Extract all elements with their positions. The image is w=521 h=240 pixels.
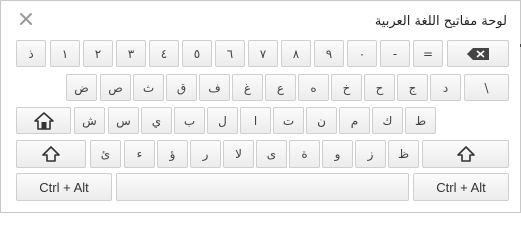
key-waw-hamza[interactable]: ؤ [157, 140, 188, 168]
key-noon[interactable]: ن [306, 107, 337, 134]
backspace-icon [467, 47, 489, 60]
key-qaf[interactable]: ق [166, 74, 197, 101]
key-feh[interactable]: ف [199, 74, 230, 101]
key-beh[interactable]: ب [174, 107, 205, 134]
key-heh[interactable]: ه [298, 74, 329, 101]
ctrl-alt-right-key[interactable]: Ctrl + Alt [413, 173, 509, 201]
shift-left-key[interactable] [16, 140, 86, 168]
key-alef-maksura[interactable]: ى [256, 140, 287, 168]
key-hah[interactable]: ح [364, 74, 395, 101]
key-dal[interactable]: د [430, 74, 461, 101]
key-thal[interactable]: ذ [16, 40, 46, 67]
key-ain[interactable]: ع [265, 74, 296, 101]
key-1[interactable]: ١ [50, 40, 80, 67]
key-sheen[interactable]: ش [74, 107, 105, 134]
key-teh[interactable]: ت [273, 107, 304, 134]
backspace-key[interactable] [447, 40, 509, 67]
key-alef[interactable]: ا [240, 107, 271, 134]
key-waw[interactable]: و [322, 140, 353, 168]
key-tah[interactable]: ط [405, 107, 436, 134]
key-equals[interactable]: = [413, 40, 443, 67]
key-teh-marbuta[interactable]: ة [289, 140, 320, 168]
close-icon[interactable] [18, 11, 34, 27]
key-minus[interactable]: - [380, 40, 410, 67]
space-key[interactable] [116, 173, 409, 201]
key-jeem[interactable]: ج [397, 74, 428, 101]
key-sad[interactable]: ص [100, 74, 131, 101]
shift-right-key[interactable] [422, 140, 509, 168]
key-7[interactable]: ٧ [248, 40, 278, 67]
shift-arrow-icon [42, 146, 60, 162]
shift-arrow-icon [456, 146, 475, 162]
key-dad[interactable]: ض [66, 74, 97, 101]
key-lam-alef[interactable]: لا [223, 140, 254, 168]
key-zain[interactable]: ز [355, 140, 386, 168]
key-kaf[interactable]: ك [372, 107, 403, 134]
key-meem[interactable]: م [339, 107, 370, 134]
key-5[interactable]: ٥ [182, 40, 212, 67]
key-6[interactable]: ٦ [215, 40, 245, 67]
key-theh[interactable]: ث [133, 74, 164, 101]
key-khah[interactable]: خ [331, 74, 362, 101]
key-4[interactable]: ٤ [149, 40, 179, 67]
key-yeh[interactable]: ي [141, 107, 172, 134]
key-seen[interactable]: س [108, 107, 139, 134]
key-2[interactable]: ٢ [83, 40, 113, 67]
key-hamza[interactable]: ء [124, 140, 155, 168]
key-ghain[interactable]: غ [232, 74, 263, 101]
key-yeh-hamza[interactable]: ئ [90, 140, 121, 168]
capslock-key[interactable] [16, 107, 71, 134]
key-3[interactable]: ٣ [116, 40, 146, 67]
arabic-keyboard-panel: لوحة مفاتيح اللغة العربية ذ ١ ٢ ٣ ٤ ٥ ٦ … [0, 0, 521, 213]
key-backslash[interactable]: \ [464, 74, 509, 101]
ctrl-alt-left-key[interactable]: Ctrl + Alt [16, 173, 112, 201]
key-lam[interactable]: ل [207, 107, 238, 134]
key-zah[interactable]: ظ [388, 140, 419, 168]
key-8[interactable]: ٨ [281, 40, 311, 67]
key-9[interactable]: ٩ [314, 40, 344, 67]
key-0[interactable]: ٠ [347, 40, 377, 67]
keyboard-title: لوحة مفاتيح اللغة العربية [374, 14, 507, 29]
key-reh[interactable]: ر [190, 140, 221, 168]
capslock-home-icon [33, 111, 54, 130]
